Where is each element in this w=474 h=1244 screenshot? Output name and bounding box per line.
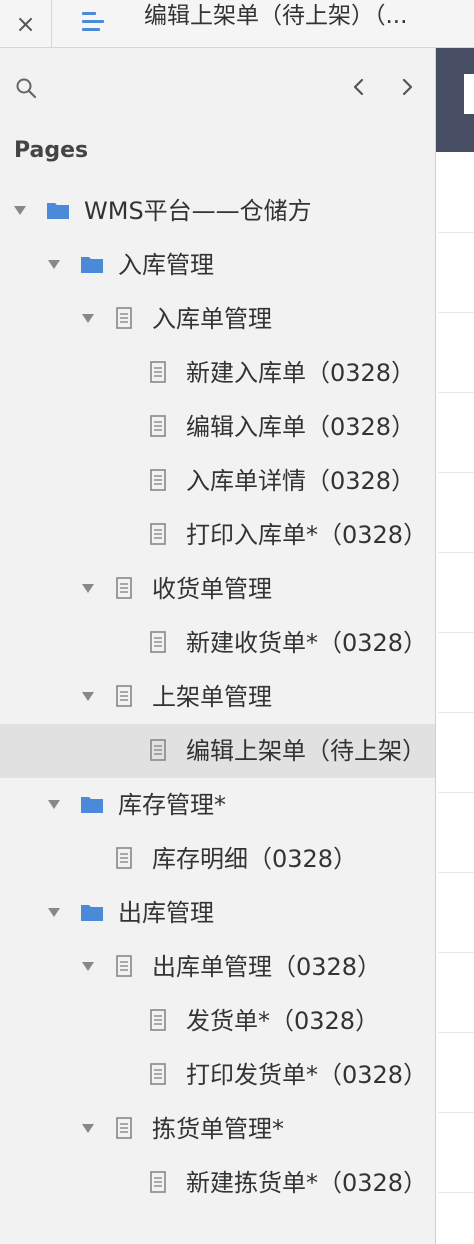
canvas-divider [438, 1192, 474, 1193]
canvas-header-mark [464, 74, 474, 114]
folder-icon [81, 905, 103, 921]
expand-caret-icon[interactable] [14, 206, 26, 215]
folder-icon [81, 257, 103, 273]
expand-caret-icon[interactable] [82, 314, 94, 323]
page-icon [150, 1009, 166, 1031]
pages-sidebar: Pages WMS平台——仓储方入库管理入库单管理新建入库单（0328） 编辑入库… [0, 48, 436, 1244]
tree-item[interactable]: 编辑入库单（0328） [0, 400, 435, 454]
page-icon [150, 631, 166, 653]
tree-item-label: 打印入库单*（0328） [186, 521, 428, 549]
expand-caret-icon[interactable] [48, 908, 60, 917]
pages-heading: Pages [14, 138, 89, 163]
tree-item-label: 入库管理 [118, 251, 214, 279]
tree-item[interactable]: WMS平台——仓储方 [0, 184, 435, 238]
page-icon [150, 739, 166, 761]
tree-item-label: 库存管理* [118, 791, 226, 819]
page-icon [116, 577, 132, 599]
tree-item-label: 编辑入库单（0328） [186, 413, 416, 441]
expand-caret-icon[interactable] [82, 1124, 94, 1133]
tree-item[interactable]: 库存管理* [0, 778, 435, 832]
canvas-divider [438, 1032, 474, 1033]
tree-item[interactable]: 收货单管理 [0, 562, 435, 616]
chevron-right-icon[interactable] [396, 73, 418, 101]
tree-item[interactable]: 入库管理 [0, 238, 435, 292]
tree-item-label: 出库管理 [118, 899, 214, 927]
tree-item[interactable]: 出库管理 [0, 886, 435, 940]
page-icon [116, 955, 132, 977]
expand-caret-icon[interactable] [48, 260, 60, 269]
page-icon [150, 415, 166, 437]
canvas-divider [438, 952, 474, 953]
tree-item-label: 新建收货单*（0328） [186, 629, 428, 657]
tree-item-label: 新建入库单（0328） [186, 359, 416, 387]
close-icon: × [15, 9, 36, 38]
expand-caret-icon[interactable] [82, 584, 94, 593]
tree-item[interactable]: 发货单*（0328） [0, 994, 435, 1048]
menu-lines-icon[interactable] [80, 9, 106, 35]
expand-caret-icon[interactable] [48, 800, 60, 809]
canvas-divider [438, 312, 474, 313]
tree-item-label: 库存明细（0328） [152, 845, 358, 873]
canvas-divider [438, 632, 474, 633]
page-icon [150, 361, 166, 383]
canvas-divider [438, 232, 474, 233]
tree-item[interactable]: 打印入库单*（0328） [0, 508, 435, 562]
tree-item-label: 出库单管理（0328） [152, 953, 382, 981]
folder-icon [47, 203, 69, 219]
canvas-divider [438, 552, 474, 553]
canvas-area[interactable] [436, 48, 474, 1244]
tree-item[interactable]: 入库单管理 [0, 292, 435, 346]
canvas-divider [438, 472, 474, 473]
top-bar: × 编辑上架单（待上架）（... [0, 0, 474, 48]
tree-item[interactable]: 新建入库单（0328） [0, 346, 435, 400]
canvas-divider [438, 712, 474, 713]
tab-title[interactable]: 编辑上架单（待上架）（... [144, 0, 407, 47]
tree-item-label: 入库单管理 [152, 305, 272, 333]
page-icon [150, 1063, 166, 1085]
canvas-header-preview [436, 48, 474, 152]
tree-item[interactable]: 库存明细（0328） [0, 832, 435, 886]
canvas-divider [438, 1112, 474, 1113]
canvas-divider [438, 872, 474, 873]
page-icon [150, 523, 166, 545]
page-icon [150, 1171, 166, 1193]
chevron-left-icon[interactable] [348, 73, 370, 101]
tree-item-label: 收货单管理 [152, 575, 272, 603]
tree-item-label: WMS平台——仓储方 [84, 197, 312, 225]
canvas-divider [438, 792, 474, 793]
tree-item-label: 入库单详情（0328） [186, 467, 416, 495]
tree-item-label: 打印发货单*（0328） [186, 1061, 428, 1089]
canvas-divider [438, 392, 474, 393]
tree-item[interactable]: 编辑上架单（待上架） [0, 724, 435, 778]
tree-item[interactable]: 入库单详情（0328） [0, 454, 435, 508]
close-button[interactable]: × [0, 0, 52, 47]
folder-icon [81, 797, 103, 813]
tree-item-label: 上架单管理 [152, 683, 272, 711]
expand-caret-icon[interactable] [82, 962, 94, 971]
page-icon [116, 307, 132, 329]
tree-item[interactable]: 上架单管理 [0, 670, 435, 724]
tree-item-label: 新建拣货单*（0328） [186, 1169, 428, 1197]
tree-item[interactable]: 新建拣货单*（0328） [0, 1156, 435, 1210]
tree-item[interactable]: 出库单管理（0328） [0, 940, 435, 994]
page-icon [116, 685, 132, 707]
tree-item[interactable]: 新建收货单*（0328） [0, 616, 435, 670]
tree-item-label: 编辑上架单（待上架） [186, 737, 426, 765]
tree-item[interactable]: 打印发货单*（0328） [0, 1048, 435, 1102]
page-icon [116, 1117, 132, 1139]
search-icon[interactable] [14, 76, 40, 102]
tree-item-label: 拣货单管理* [152, 1115, 284, 1143]
page-icon [150, 469, 166, 491]
tree-item-label: 发货单*（0328） [186, 1007, 380, 1035]
expand-caret-icon[interactable] [82, 692, 94, 701]
tree-item[interactable]: 拣货单管理* [0, 1102, 435, 1156]
page-icon [116, 847, 132, 869]
